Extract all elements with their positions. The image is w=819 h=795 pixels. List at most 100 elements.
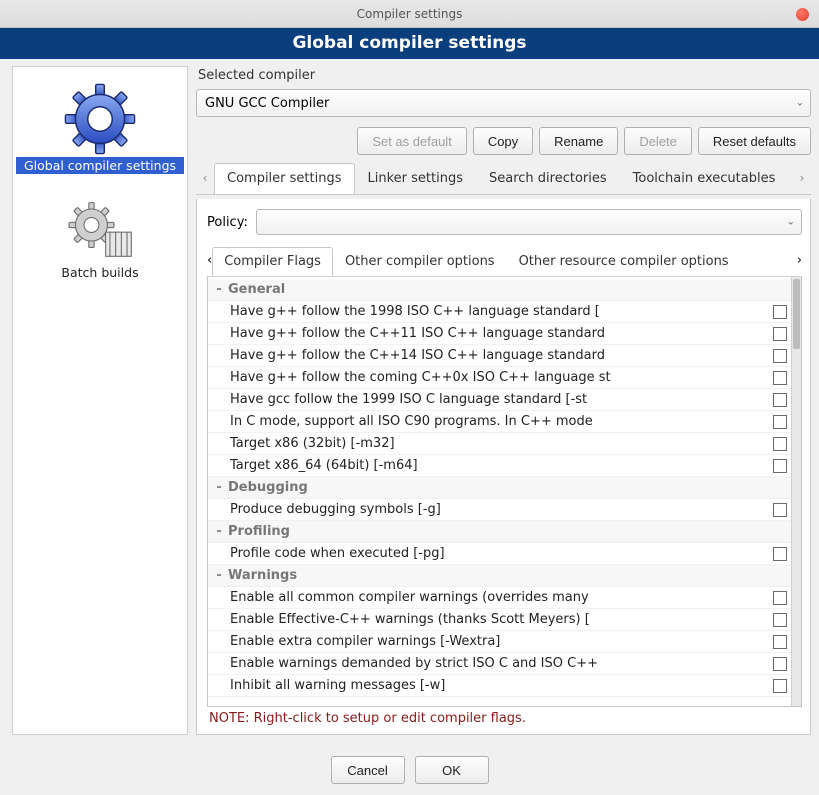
category-label: Warnings — [228, 568, 297, 583]
flag-row[interactable]: Enable Effective-C++ warnings (thanks Sc… — [208, 609, 791, 631]
flag-label: In C mode, support all ISO C90 programs.… — [230, 414, 773, 429]
gear-icon — [64, 83, 136, 155]
cancel-button[interactable]: Cancel — [331, 756, 405, 784]
flag-row[interactable]: Inhibit all warning messages [-w] — [208, 675, 791, 697]
category-label: Profiling — [228, 524, 290, 539]
selected-compiler-dropdown[interactable]: GNU GCC Compiler ⌄ — [196, 89, 811, 117]
flag-row[interactable]: Enable all common compiler warnings (ove… — [208, 587, 791, 609]
main-tabstrip: ‹ Compiler settings Linker settings Sear… — [196, 161, 811, 195]
flag-checkbox[interactable] — [773, 349, 787, 363]
flag-row[interactable]: Target x86_64 (64bit) [-m64] — [208, 455, 791, 477]
flag-checkbox[interactable] — [773, 371, 787, 385]
titlebar: Compiler settings — [0, 0, 819, 28]
flag-checkbox[interactable] — [773, 657, 787, 671]
collapse-toggle-icon[interactable]: - — [212, 480, 226, 495]
flag-checkbox[interactable] — [773, 393, 787, 407]
flag-label: Have g++ follow the coming C++0x ISO C++… — [230, 370, 773, 385]
flag-row[interactable]: Have gcc follow the 1999 ISO C language … — [208, 389, 791, 411]
subtab-other-compiler-options[interactable]: Other compiler options — [333, 247, 507, 276]
ok-button[interactable]: OK — [415, 756, 489, 784]
subtab-compiler-flags[interactable]: Compiler Flags — [212, 247, 333, 276]
flag-checkbox[interactable] — [773, 459, 787, 473]
flags-tree: -GeneralHave g++ follow the 1998 ISO C++… — [207, 277, 802, 707]
collapse-toggle-icon[interactable]: - — [212, 568, 226, 583]
category-label: Debugging — [228, 480, 308, 495]
tab-search-directories[interactable]: Search directories — [476, 163, 620, 194]
compiler-settings-panel: Policy: ⌄ ‹ Compiler Flags Other compile… — [196, 199, 811, 735]
flag-checkbox[interactable] — [773, 613, 787, 627]
flag-label: Enable warnings demanded by strict ISO C… — [230, 656, 773, 671]
sidebar-item-global-compiler[interactable]: Global compiler settings — [16, 75, 184, 180]
chevron-down-icon: ⌄ — [787, 217, 795, 228]
batch-icon — [64, 198, 136, 262]
reset-defaults-button[interactable]: Reset defaults — [698, 127, 811, 155]
tab-toolchain-executables[interactable]: Toolchain executables — [620, 163, 789, 194]
tab-scroll-left-icon[interactable]: ‹ — [196, 171, 214, 185]
tab-linker-settings[interactable]: Linker settings — [355, 163, 476, 194]
tab-compiler-settings[interactable]: Compiler settings — [214, 163, 355, 194]
window-title: Compiler settings — [357, 7, 463, 21]
flag-category: -General — [208, 279, 791, 301]
flag-row[interactable]: Have g++ follow the C++14 ISO C++ langua… — [208, 345, 791, 367]
flag-label: Have g++ follow the 1998 ISO C++ languag… — [230, 304, 773, 319]
collapse-toggle-icon[interactable]: - — [212, 524, 226, 539]
selected-compiler-label: Selected compiler — [196, 66, 811, 85]
flag-checkbox[interactable] — [773, 415, 787, 429]
flags-note: NOTE: Right-click to setup or edit compi… — [207, 707, 802, 728]
scrollbar[interactable] — [791, 277, 801, 706]
flag-label: Profile code when executed [-pg] — [230, 546, 773, 561]
flag-checkbox[interactable] — [773, 503, 787, 517]
flag-category: -Profiling — [208, 521, 791, 543]
selected-compiler-value: GNU GCC Compiler — [205, 96, 329, 111]
flag-label: Enable Effective-C++ warnings (thanks Sc… — [230, 612, 773, 627]
flag-row[interactable]: In C mode, support all ISO C90 programs.… — [208, 411, 791, 433]
flag-row[interactable]: Have g++ follow the 1998 ISO C++ languag… — [208, 301, 791, 323]
chevron-down-icon: ⌄ — [796, 98, 804, 109]
flag-category: -Debugging — [208, 477, 791, 499]
flag-label: Produce debugging symbols [-g] — [230, 502, 773, 517]
sidebar: Global compiler settings — [12, 66, 188, 735]
flag-label: Inhibit all warning messages [-w] — [230, 678, 773, 693]
flag-checkbox[interactable] — [773, 547, 787, 561]
category-label: General — [228, 282, 285, 297]
set-as-default-button[interactable]: Set as default — [357, 127, 467, 155]
tab-scroll-right-icon[interactable]: › — [793, 171, 811, 185]
flag-checkbox[interactable] — [773, 635, 787, 649]
flag-label: Enable extra compiler warnings [-Wextra] — [230, 634, 773, 649]
flag-label: Have g++ follow the C++11 ISO C++ langua… — [230, 326, 773, 341]
collapse-toggle-icon[interactable]: - — [212, 282, 226, 297]
subtab-other-resource-compiler-options[interactable]: Other resource compiler options — [507, 247, 741, 276]
copy-button[interactable]: Copy — [473, 127, 533, 155]
close-icon[interactable] — [796, 8, 809, 21]
flag-row[interactable]: Target x86 (32bit) [-m32] — [208, 433, 791, 455]
flag-checkbox[interactable] — [773, 591, 787, 605]
flag-row[interactable]: Have g++ follow the coming C++0x ISO C++… — [208, 367, 791, 389]
banner-title: Global compiler settings — [0, 28, 819, 59]
flag-label: Have g++ follow the C++14 ISO C++ langua… — [230, 348, 773, 363]
sidebar-item-label: Global compiler settings — [16, 157, 184, 174]
sidebar-item-batch-builds[interactable]: Batch builds — [16, 190, 184, 287]
flag-checkbox[interactable] — [773, 679, 787, 693]
dialog-footer: Cancel OK — [0, 745, 819, 795]
flag-row[interactable]: Have g++ follow the C++11 ISO C++ langua… — [208, 323, 791, 345]
flag-label: Enable all common compiler warnings (ove… — [230, 590, 773, 605]
flag-checkbox[interactable] — [773, 327, 787, 341]
policy-label: Policy: — [207, 215, 248, 230]
flag-label: Have gcc follow the 1999 ISO C language … — [230, 392, 773, 407]
flag-category: -Warnings — [208, 565, 791, 587]
subtab-scroll-right-icon[interactable]: › — [797, 253, 802, 268]
policy-dropdown[interactable]: ⌄ — [256, 209, 802, 235]
main-panel: Selected compiler GNU GCC Compiler ⌄ Set… — [196, 66, 811, 735]
flag-checkbox[interactable] — [773, 437, 787, 451]
flag-row[interactable]: Enable extra compiler warnings [-Wextra] — [208, 631, 791, 653]
flag-checkbox[interactable] — [773, 305, 787, 319]
flag-row[interactable]: Enable warnings demanded by strict ISO C… — [208, 653, 791, 675]
scrollbar-thumb[interactable] — [793, 279, 800, 349]
flag-label: Target x86_64 (64bit) [-m64] — [230, 458, 773, 473]
flag-row[interactable]: Produce debugging symbols [-g] — [208, 499, 791, 521]
rename-button[interactable]: Rename — [539, 127, 618, 155]
sub-tabstrip: ‹ Compiler Flags Other compiler options … — [207, 245, 802, 277]
flag-row[interactable]: Profile code when executed [-pg] — [208, 543, 791, 565]
delete-button[interactable]: Delete — [624, 127, 692, 155]
sidebar-item-label: Batch builds — [16, 264, 184, 281]
